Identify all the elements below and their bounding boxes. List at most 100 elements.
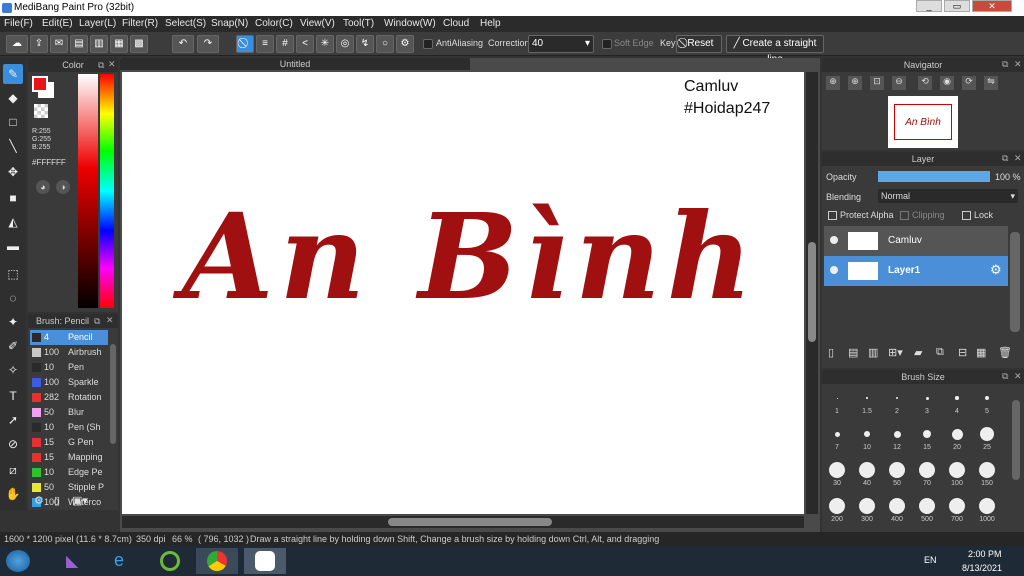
brush-size-dot[interactable]: [919, 462, 935, 478]
gradient-tool-icon[interactable]: ▬: [3, 236, 23, 256]
internet-explorer-icon[interactable]: e: [114, 550, 124, 571]
float-icon[interactable]: ⧉: [98, 60, 104, 71]
brush-size-dot[interactable]: [979, 498, 995, 514]
brush-size-dot[interactable]: [859, 498, 875, 514]
transparent-swatch[interactable]: [34, 104, 48, 118]
brush-list-item[interactable]: 50 Stipple P: [30, 480, 108, 495]
brush-size-dot[interactable]: [949, 498, 965, 514]
visibility-eye-icon[interactable]: [830, 236, 838, 244]
maximize-button[interactable]: ▭: [944, 0, 970, 12]
layer-extra-icon[interactable]: ▦: [976, 346, 986, 359]
brush-list-item[interactable]: 282 Rotation: [30, 390, 108, 405]
panels-icon[interactable]: ▩: [130, 35, 148, 53]
brush-size-dot[interactable]: [896, 397, 898, 399]
panel-close-icon[interactable]: ✕: [1014, 371, 1022, 382]
brush-size-dot[interactable]: [829, 498, 845, 514]
rotate-reset-icon[interactable]: ◉: [940, 76, 954, 90]
brush-size-dot[interactable]: [864, 431, 870, 437]
grid-icon[interactable]: ▦: [110, 35, 128, 53]
zoom-in-icon[interactable]: ⊕: [826, 76, 840, 90]
horizontal-scrollbar[interactable]: [388, 518, 552, 526]
snap-off-icon[interactable]: ⃠: [236, 35, 254, 53]
lock-checkbox[interactable]: [962, 211, 971, 220]
menu-file[interactable]: File(F): [4, 18, 33, 29]
select-eraser-icon[interactable]: ✧: [3, 360, 23, 380]
brush-size-dot[interactable]: [925, 396, 929, 400]
brush-size-dot[interactable]: [836, 397, 838, 399]
chat-icon[interactable]: ▤: [70, 35, 88, 53]
brush-size-dot[interactable]: [923, 430, 931, 438]
zoom-out-icon[interactable]: ⊖: [892, 76, 906, 90]
brush-list-item[interactable]: 4 Pencil: [30, 330, 108, 345]
straight-line-button[interactable]: ╱ Create a straight line: [726, 35, 824, 65]
document-tab[interactable]: Untitled: [120, 58, 470, 70]
brush-size-dot[interactable]: [955, 396, 959, 400]
rotate-right-icon[interactable]: ⟳: [962, 76, 976, 90]
comment-icon[interactable]: ✉: [50, 35, 68, 53]
brush-list-item[interactable]: 10 Pen (Sh: [30, 420, 108, 435]
redo-icon[interactable]: ↷: [197, 35, 219, 53]
brush-list-item[interactable]: 15 G Pen: [30, 435, 108, 450]
menu-view[interactable]: View(V): [300, 18, 335, 29]
brush-list-item[interactable]: 10 Pen: [30, 360, 108, 375]
menu-snap[interactable]: Snap(N): [211, 18, 248, 29]
flip-icon[interactable]: ⇋: [984, 76, 998, 90]
brush-size-dot[interactable]: [859, 462, 875, 478]
visibility-eye-icon[interactable]: [830, 266, 838, 274]
minimize-button[interactable]: _: [916, 0, 942, 12]
coc-coc-icon[interactable]: [160, 551, 180, 571]
menu-tool[interactable]: Tool(T): [343, 18, 374, 29]
palette-icon[interactable]: ◕: [36, 180, 50, 194]
new-8bit-layer-icon[interactable]: ▥: [868, 346, 878, 359]
primary-color-swatch[interactable]: [32, 76, 48, 92]
divide-tool-icon[interactable]: ⧄: [3, 460, 23, 480]
antialiasing-checkbox[interactable]: [423, 39, 433, 49]
snap-settings-icon[interactable]: ⚙: [396, 35, 414, 53]
vertical-scrollbar[interactable]: [808, 242, 816, 342]
new-layer-menu-icon[interactable]: ⊞▾: [888, 346, 903, 359]
start-button-icon[interactable]: [6, 550, 30, 572]
line-tool-icon[interactable]: ╲: [3, 136, 23, 156]
trash-icon[interactable]: 🗑: [998, 346, 1012, 359]
page-icon[interactable]: ▥: [90, 35, 108, 53]
brush-list-item[interactable]: 50 Blur: [30, 405, 108, 420]
float-icon[interactable]: ⧉: [1002, 59, 1008, 70]
menu-edit[interactable]: Edit(E): [42, 18, 73, 29]
panel-close-icon[interactable]: ✕: [106, 315, 114, 326]
opacity-slider[interactable]: [878, 171, 990, 182]
chrome-taskbar-button[interactable]: [196, 548, 238, 574]
fit-icon[interactable]: ⊡: [870, 76, 884, 90]
menu-help[interactable]: Help: [480, 18, 501, 29]
reset-button[interactable]: ⃠ Reset: [676, 35, 722, 53]
float-icon[interactable]: ⧉: [1002, 153, 1008, 164]
text-tool-icon[interactable]: T: [3, 386, 23, 406]
brush-list-item[interactable]: 100 Airbrush: [30, 345, 108, 360]
menu-cloud[interactable]: Cloud: [443, 18, 469, 29]
brush-size-dot[interactable]: [866, 397, 868, 399]
brush-size-dot[interactable]: [919, 498, 935, 514]
brush-size-scrollbar[interactable]: [1012, 400, 1020, 480]
folder-icon[interactable]: ▰: [914, 346, 922, 359]
menu-layer[interactable]: Layer(L): [79, 18, 116, 29]
magic-wand-icon[interactable]: ✦: [3, 312, 23, 332]
snap-circle-icon[interactable]: ◎: [336, 35, 354, 53]
merge-down-icon[interactable]: ⊟: [958, 346, 967, 359]
new-layer-icon[interactable]: ▯: [828, 346, 834, 359]
brush-size-dot[interactable]: [893, 430, 901, 438]
correction-select[interactable]: 40 ▾: [528, 35, 594, 53]
operation-tool-icon[interactable]: ➚: [3, 410, 23, 430]
rotate-left-icon[interactable]: ⟲: [918, 76, 932, 90]
brush-size-dot[interactable]: [980, 427, 994, 441]
float-icon[interactable]: ⧉: [1002, 371, 1008, 382]
float-icon[interactable]: ⧉: [94, 316, 100, 327]
protect-alpha-checkbox[interactable]: [828, 211, 837, 220]
select-pen-icon[interactable]: ✐: [3, 336, 23, 356]
brush-size-dot[interactable]: [889, 462, 905, 478]
brush-size-dot[interactable]: [951, 428, 963, 440]
navigator-thumbnail[interactable]: An Bình: [888, 96, 958, 148]
snap-radial-icon[interactable]: ✳: [316, 35, 334, 53]
menu-window[interactable]: Window(W): [384, 18, 436, 29]
snap-curve-icon[interactable]: ↯: [356, 35, 374, 53]
lasso-tool-icon[interactable]: ◌: [3, 288, 23, 308]
brush-size-dot[interactable]: [979, 462, 995, 478]
